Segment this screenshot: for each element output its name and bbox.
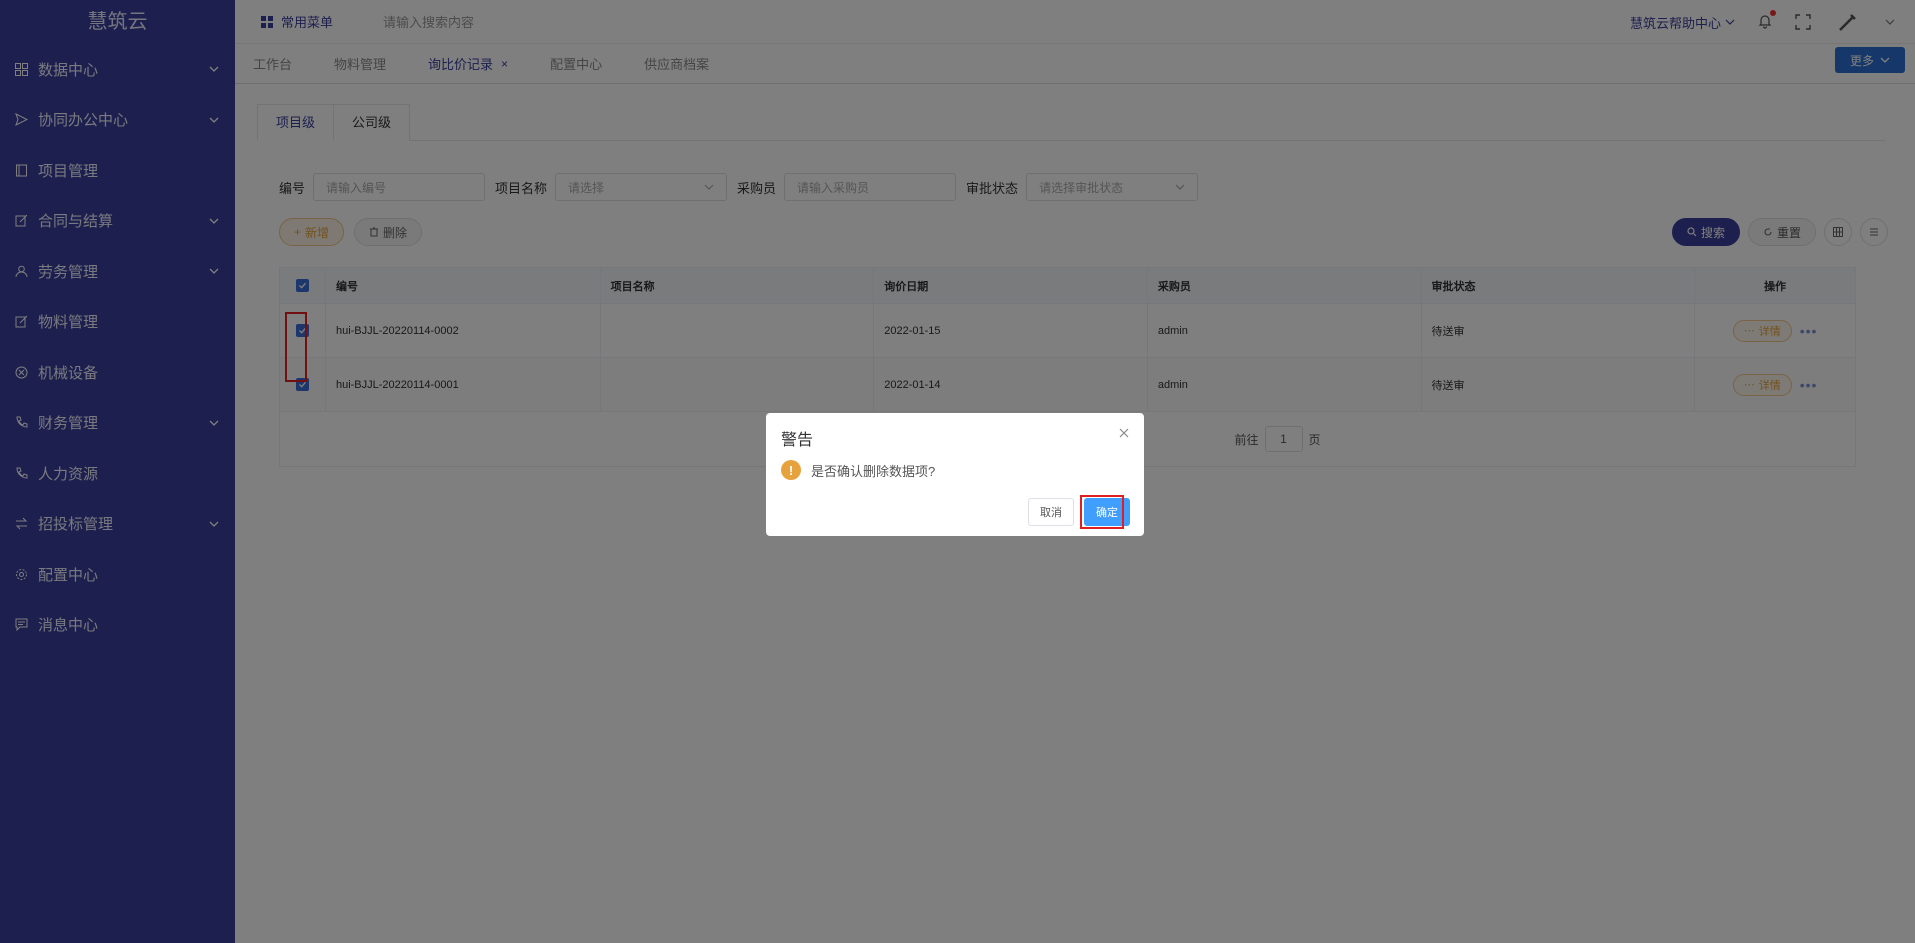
warning-icon: ! (781, 460, 801, 480)
dialog-title: 警告 (781, 432, 814, 449)
dialog-message: ! 是否确认删除数据项? (781, 460, 935, 480)
dialog-message-text: 是否确认删除数据项? (811, 463, 936, 479)
confirm-highlight (1080, 495, 1124, 529)
warning-dialog: 警告 ! 是否确认删除数据项? 取消 确定 (766, 413, 1144, 536)
close-icon[interactable] (1118, 427, 1130, 439)
cancel-button[interactable]: 取消 (1028, 498, 1074, 526)
